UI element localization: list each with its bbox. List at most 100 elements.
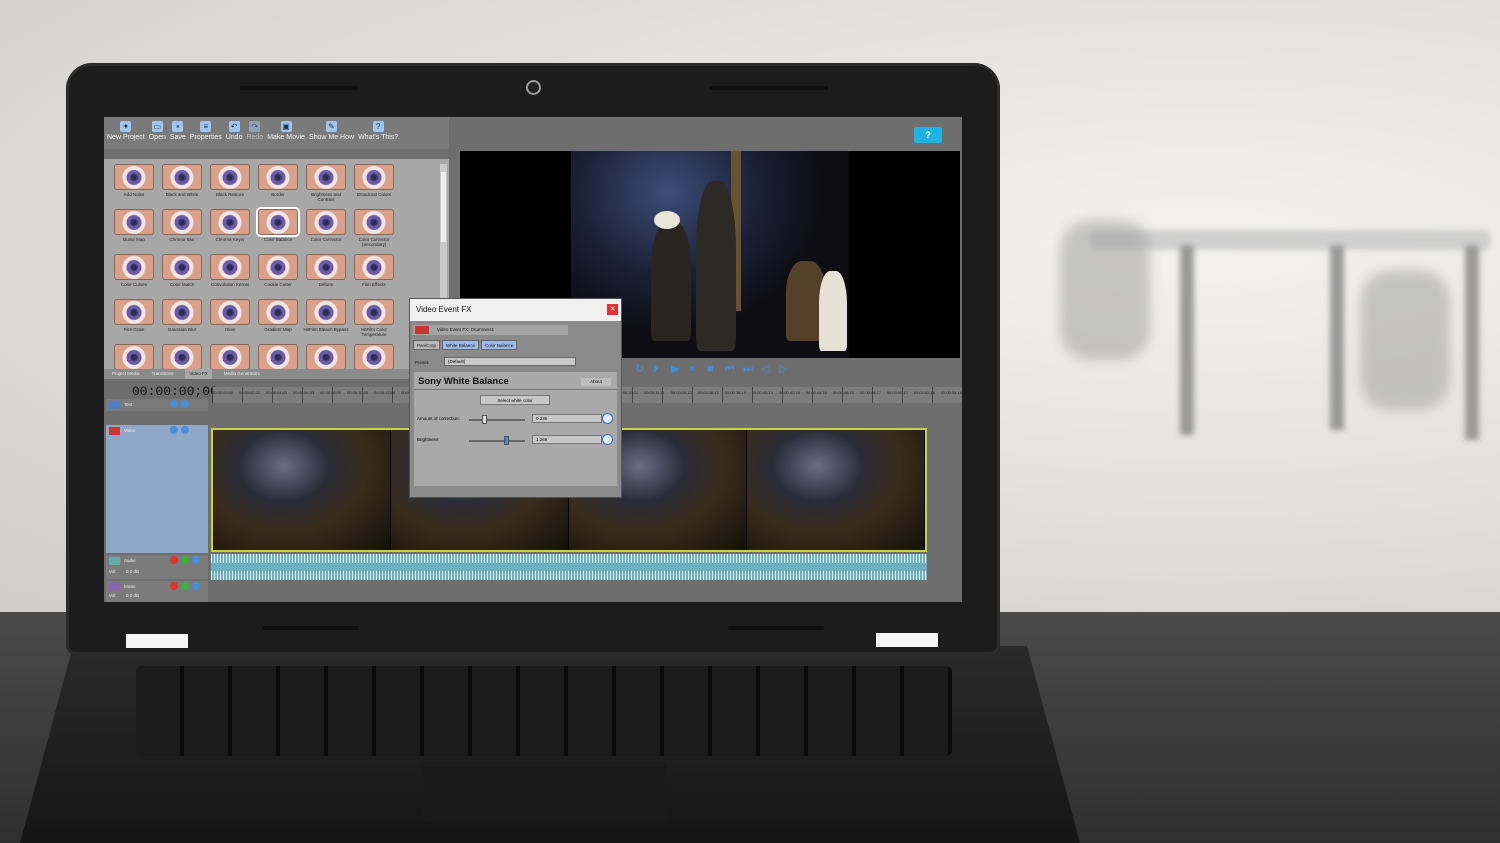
video-fx-item[interactable]: Color Corrector (Secondary)	[350, 209, 398, 254]
save-button[interactable]: ▪ Save	[169, 121, 187, 145]
tab-media-generators[interactable]: Media Generators	[224, 369, 260, 379]
video-fx-item[interactable]: Glow	[206, 299, 254, 344]
properties-button[interactable]: ≡ Properties	[189, 121, 223, 145]
track-header-video[interactable]: Video	[106, 425, 208, 553]
close-icon[interactable]: ✕	[607, 304, 618, 315]
show-me-how-button[interactable]: ✎ Show Me How	[308, 121, 355, 145]
audio-event-waveform[interactable]	[211, 554, 927, 580]
fx-thumbnail-icon	[114, 209, 154, 235]
video-fx-item[interactable]	[254, 344, 302, 389]
whats-this-button[interactable]: ? What's This?	[357, 121, 399, 145]
record-icon[interactable]	[170, 556, 178, 564]
audio-volume-value: 0.0 dB	[126, 569, 140, 574]
ruler-label: 00:00:10;05	[347, 390, 369, 395]
redo-button[interactable]: ↷ Redo	[245, 121, 264, 145]
video-fx-item[interactable]: Deform	[302, 254, 350, 299]
fx-chain-item[interactable]: Color Balance	[481, 340, 518, 350]
folder-icon: ▭	[151, 121, 163, 132]
video-fx-item[interactable]: Color Curves	[110, 254, 158, 299]
tab-transitions[interactable]: Transitions	[152, 369, 174, 379]
video-fx-item[interactable]: Chroma Keyer	[206, 209, 254, 254]
video-fx-item[interactable]	[302, 344, 350, 389]
video-fx-item[interactable]: Color Balance	[254, 207, 302, 254]
video-fx-item[interactable]	[350, 344, 398, 389]
play-icon[interactable]: ▶	[671, 363, 682, 375]
play-from-start-icon[interactable]: ⏵	[653, 363, 664, 375]
video-fx-item[interactable]: Convolution Kernel	[206, 254, 254, 299]
fx-icon[interactable]	[170, 400, 178, 408]
brightness-slider[interactable]	[469, 436, 525, 445]
video-fx-item[interactable]: Gaussian Blur	[158, 299, 206, 344]
video-fx-item[interactable]	[206, 344, 254, 389]
preset-label: Preset:	[415, 360, 430, 365]
video-fx-item[interactable]: HitFilm Bleach Bypass	[302, 299, 350, 344]
help-button[interactable]: ?	[914, 127, 942, 143]
select-white-color-button[interactable]: Select white color	[480, 395, 550, 405]
go-to-end-icon[interactable]: ⏭	[743, 363, 754, 375]
video-fx-item[interactable]: Bump Map	[110, 209, 158, 254]
video-fx-item[interactable]	[158, 344, 206, 389]
fx-scrollbar-thumb[interactable]	[441, 172, 446, 242]
track-header-music[interactable]: Music Vol: 0.0 dB	[106, 581, 208, 602]
stop-icon[interactable]: ■	[707, 363, 718, 375]
mute-icon[interactable]	[181, 426, 189, 434]
video-fx-item[interactable]: Color Corrector	[302, 209, 350, 254]
fx-chain-item[interactable]: White Balance	[442, 340, 480, 350]
video-fx-item[interactable]: Film Grain	[110, 299, 158, 344]
pause-icon[interactable]: ⏸	[689, 363, 700, 375]
fx-thumbnail-icon	[258, 299, 298, 325]
loop-icon[interactable]: ↻	[635, 363, 646, 375]
video-fx-item[interactable]	[110, 344, 158, 389]
video-fx-item[interactable]: Add Noise	[110, 164, 158, 209]
fx-label: Glow	[224, 327, 236, 332]
fx-icon[interactable]	[181, 582, 189, 590]
video-fx-item[interactable]: Chroma Blur	[158, 209, 206, 254]
open-button[interactable]: ▭ Open	[148, 121, 167, 145]
new-project-button[interactable]: ✦ New Project	[106, 121, 146, 145]
ruler-label: 00:00:34;12	[670, 390, 692, 395]
volume-label: Vol:	[109, 593, 117, 598]
fx-icon[interactable]	[170, 426, 178, 434]
video-fx-item[interactable]: Gradient Map	[254, 299, 302, 344]
next-frame-icon[interactable]: ▷	[779, 363, 790, 375]
undo-button[interactable]: ↶ Undo	[225, 121, 244, 145]
reset-icon[interactable]	[602, 434, 613, 445]
video-fx-panel: Add Noise Black and White Black Restore Bor…	[104, 159, 449, 370]
fx-chain-item[interactable]: Pan/Crop	[413, 340, 441, 350]
tab-video-fx[interactable]: Video FX	[185, 369, 212, 379]
brightness-value-field[interactable]: 1.269	[532, 435, 602, 444]
video-fx-item[interactable]: HitFilm Color Temperature	[350, 299, 398, 344]
mute-icon[interactable]	[181, 400, 189, 408]
bezel-detail	[262, 626, 358, 630]
video-fx-item[interactable]: Broadcast Colors	[350, 164, 398, 209]
track-header-audio[interactable]: Audio Vol: 0.0 dB	[106, 555, 208, 579]
video-fx-item[interactable]: Brightness and Contrast	[302, 164, 350, 209]
mute-icon[interactable]	[192, 582, 200, 590]
video-fx-item[interactable]: Black Restore	[206, 164, 254, 209]
video-fx-item[interactable]: Black and White	[158, 164, 206, 209]
video-fx-item[interactable]: Film Effects	[350, 254, 398, 299]
tab-project-media[interactable]: Project Media	[112, 369, 140, 379]
amount-value-field[interactable]: 0.236	[532, 414, 602, 423]
video-fx-item[interactable]: Color Match	[158, 254, 206, 299]
amount-slider-knob[interactable]	[482, 415, 488, 424]
video-fx-item[interactable]: Cookie Cutter	[254, 254, 302, 299]
fx-label: Film Grain	[123, 327, 145, 332]
fx-label: Color Match	[169, 282, 195, 287]
brightness-slider-knob[interactable]	[504, 436, 510, 445]
video-fx-item[interactable]: Border	[254, 164, 302, 209]
record-icon[interactable]	[170, 582, 178, 590]
track-header-text[interactable]: Text	[106, 399, 208, 411]
laptop-sticker	[126, 634, 188, 648]
about-button[interactable]: About	[581, 378, 611, 386]
amount-slider[interactable]	[469, 415, 525, 424]
reset-icon[interactable]	[602, 413, 613, 424]
mute-icon[interactable]	[192, 556, 200, 564]
preset-dropdown[interactable]: (Default)	[444, 357, 576, 366]
make-movie-button[interactable]: ▣ Make Movie	[266, 121, 306, 145]
go-to-start-icon[interactable]: ⏮	[725, 363, 736, 375]
fx-thumbnail-icon	[306, 254, 346, 280]
bezel-detail	[240, 86, 358, 90]
prev-frame-icon[interactable]: ◁	[761, 363, 772, 375]
fx-icon[interactable]	[181, 556, 189, 564]
